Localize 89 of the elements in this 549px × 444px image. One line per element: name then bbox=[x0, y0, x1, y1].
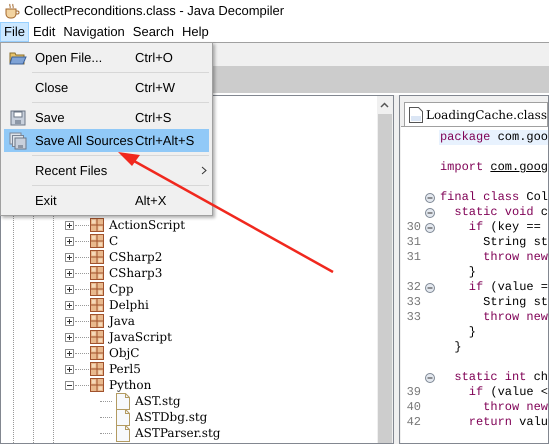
expand-icon[interactable] bbox=[65, 316, 74, 326]
package-icon bbox=[90, 378, 104, 392]
window-title: CollectPreconditions.class - Java Decompiler bbox=[24, 2, 284, 20]
menu-item[interactable]: Save Ctrl+S bbox=[4, 106, 209, 129]
code-line: throw new bbox=[482, 310, 548, 325]
package-icon bbox=[90, 330, 104, 344]
tree-item[interactable]: ASTParser.stg bbox=[135, 425, 220, 441]
code-line: static int ch bbox=[453, 369, 548, 385]
package-icon bbox=[90, 218, 104, 232]
code-line: String st bbox=[482, 295, 548, 310]
fold-icon[interactable] bbox=[424, 192, 435, 202]
code-line: static void c bbox=[453, 205, 548, 220]
package-icon bbox=[90, 250, 104, 264]
tree-item[interactable]: ObjC bbox=[109, 345, 140, 361]
code-line: String st bbox=[482, 235, 548, 250]
binary-file-icon bbox=[408, 106, 423, 122]
expand-icon[interactable] bbox=[65, 268, 74, 278]
package-icon bbox=[90, 266, 104, 280]
floppy-disks-icon bbox=[9, 132, 27, 150]
line-number: 39 bbox=[406, 385, 421, 399]
menu-item[interactable]: Open File... Ctrl+O bbox=[4, 46, 209, 69]
menu-item[interactable]: Recent Files bbox=[4, 159, 209, 182]
menu[interactable]: Edit bbox=[28, 22, 60, 42]
code-line: final class Col bbox=[438, 189, 548, 205]
package-icon bbox=[90, 298, 104, 312]
scroll-up-icon[interactable] bbox=[380, 102, 390, 108]
fold-icon[interactable] bbox=[424, 222, 435, 232]
code-line: import com.goog bbox=[438, 159, 548, 175]
code-line: throw new bbox=[482, 400, 548, 415]
expand-icon[interactable] bbox=[65, 348, 74, 358]
tree-item[interactable]: Perl5 bbox=[109, 361, 141, 377]
code-line: throw new bbox=[482, 250, 548, 265]
menu-item[interactable]: Save All SourcesCtrl+Alt+S bbox=[4, 129, 209, 152]
tree-item[interactable]: C bbox=[109, 233, 118, 249]
line-number: 42 bbox=[406, 415, 421, 429]
menu-item[interactable]: Close Ctrl+W bbox=[4, 76, 209, 99]
menu[interactable]: Search bbox=[128, 22, 178, 42]
tree-item[interactable]: ASTDbg.stg bbox=[135, 409, 208, 425]
menu[interactable]: File bbox=[0, 22, 29, 42]
menu[interactable]: Navigation bbox=[59, 22, 129, 42]
line-number: 31 bbox=[406, 250, 421, 264]
code-line: return valu bbox=[468, 415, 548, 430]
tree-item[interactable]: CSharp2 bbox=[109, 249, 162, 265]
tree-item[interactable]: Cpp bbox=[109, 281, 134, 297]
file-icon bbox=[116, 408, 130, 426]
folder-icon bbox=[9, 50, 27, 64]
expand-icon[interactable] bbox=[65, 364, 74, 374]
expand-icon[interactable] bbox=[65, 220, 74, 230]
package-icon bbox=[90, 346, 104, 360]
editor-tab[interactable]: LoadingCache.class bbox=[404, 102, 548, 126]
expand-icon[interactable] bbox=[65, 332, 74, 342]
code-line: } bbox=[453, 340, 463, 355]
package-icon bbox=[90, 282, 104, 296]
menu[interactable]: Help bbox=[178, 22, 213, 42]
tree-item[interactable]: ActionScript bbox=[109, 217, 186, 233]
line-number: 31 bbox=[406, 235, 421, 249]
code-line: if (value = bbox=[468, 280, 548, 295]
package-icon bbox=[90, 362, 104, 376]
expand-icon[interactable] bbox=[65, 236, 74, 246]
code-line: } bbox=[468, 265, 477, 280]
coffee-cup-icon bbox=[4, 3, 20, 19]
package-icon bbox=[90, 314, 104, 328]
tree-item[interactable]: CSharp3 bbox=[109, 265, 162, 281]
fold-icon[interactable] bbox=[424, 372, 435, 382]
code-line: } bbox=[468, 325, 477, 340]
tree-item[interactable]: AST.stg bbox=[135, 393, 181, 409]
line-number: 33 bbox=[406, 295, 421, 309]
expand-icon[interactable] bbox=[65, 300, 74, 310]
menu-item[interactable]: Exit Alt+X bbox=[4, 189, 209, 212]
tree-item[interactable]: Java bbox=[109, 313, 135, 329]
scrollbar[interactable] bbox=[376, 96, 393, 443]
file-icon bbox=[116, 424, 130, 442]
code-line: if (value < bbox=[468, 385, 548, 400]
line-number: 33 bbox=[406, 310, 421, 324]
collapse-icon[interactable] bbox=[65, 380, 74, 390]
tree-item[interactable]: JavaScript bbox=[109, 329, 172, 345]
line-number: 40 bbox=[406, 400, 421, 414]
fold-icon[interactable] bbox=[424, 208, 435, 218]
tree-item[interactable]: Python bbox=[109, 377, 152, 393]
code-line: if (key == bbox=[468, 220, 542, 235]
tree-item[interactable]: Delphi bbox=[109, 297, 149, 313]
line-number: 32 bbox=[406, 280, 421, 294]
file-icon bbox=[116, 392, 130, 410]
expand-icon[interactable] bbox=[65, 252, 74, 262]
chevron-right-icon bbox=[201, 166, 207, 175]
package-icon bbox=[90, 234, 104, 248]
line-number: 30 bbox=[406, 220, 421, 234]
fold-icon[interactable] bbox=[424, 282, 435, 292]
expand-icon[interactable] bbox=[65, 284, 74, 294]
